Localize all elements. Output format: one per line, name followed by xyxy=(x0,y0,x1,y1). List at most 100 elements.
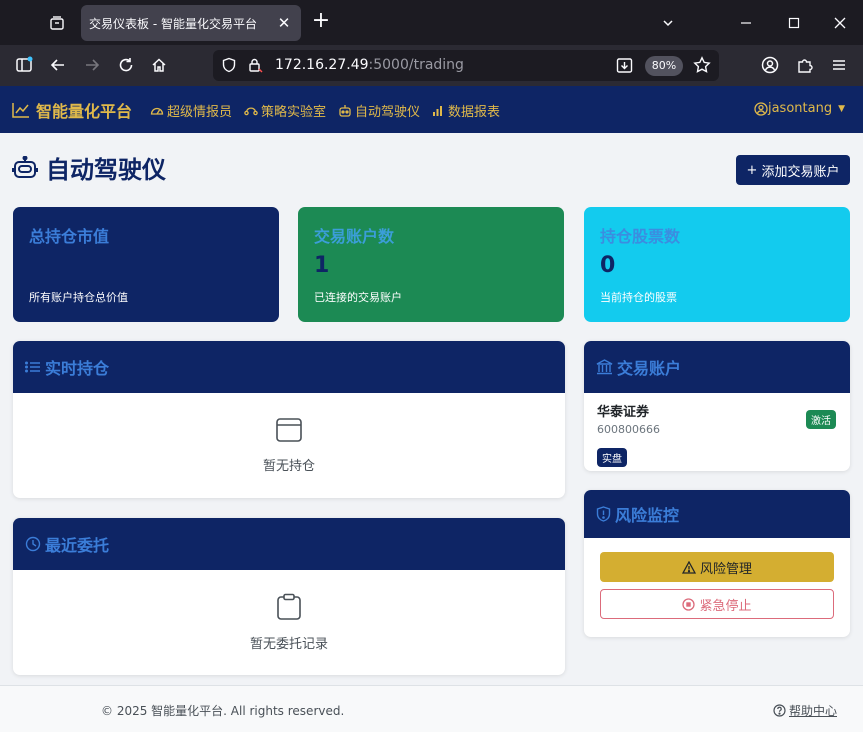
emergency-stop-button[interactable]: 紧急停止 xyxy=(600,589,834,619)
page-title-text: 自动驾驶仪 xyxy=(46,156,166,184)
account-icon[interactable] xyxy=(758,53,782,77)
question-circle-icon xyxy=(773,704,786,717)
orders-panel-header: 最近委托 xyxy=(13,518,565,570)
gauge-icon xyxy=(150,107,164,115)
clock-icon xyxy=(25,536,41,552)
stat-value: 1 xyxy=(314,253,330,278)
empty-text: 暂无委托记录 xyxy=(249,637,328,652)
accounts-panel: 交易账户 华泰证券 600800666 激活 实盘 xyxy=(584,341,850,471)
url-text: 172.16.27.49:5000/trading xyxy=(275,57,464,73)
tab-list-icon[interactable] xyxy=(44,10,70,36)
minimize-icon[interactable] xyxy=(733,10,759,36)
account-type-badge: 实盘 xyxy=(597,448,627,467)
home-icon[interactable] xyxy=(147,53,171,77)
account-name: 华泰证券 xyxy=(597,405,650,420)
copyright-text: © 2025 智能量化平台. All rights reserved. xyxy=(101,704,345,718)
page-footer: © 2025 智能量化平台. All rights reserved. 帮助中心 xyxy=(0,685,863,732)
nav-link-intelligence[interactable]: 超级情报员 xyxy=(150,101,232,120)
sidebar-toggle-icon[interactable] xyxy=(12,53,36,77)
lock-icon[interactable] xyxy=(247,57,263,77)
download-icon[interactable] xyxy=(616,57,633,78)
nav-link-strategy-lab[interactable]: 策略实验室 xyxy=(244,101,326,120)
orders-empty-state: 暂无委托记录 xyxy=(13,570,565,675)
stat-card-market-value: 总持仓市值 所有账户持仓总价值 xyxy=(13,207,279,322)
stat-title: 总持仓市值 xyxy=(29,227,110,246)
zoom-level[interactable]: 80% xyxy=(645,56,683,76)
username: jasontang xyxy=(767,101,833,116)
positions-panel: 实时持仓 暂无持仓 xyxy=(13,341,565,498)
account-id: 600800666 xyxy=(597,423,660,436)
accounts-panel-header: 交易账户 xyxy=(584,341,850,393)
stat-value: 0 xyxy=(600,253,616,278)
tab-title: 交易仪表板 - 智能量化交易平台 xyxy=(89,16,257,31)
stat-subtitle: 所有账户持仓总价值 xyxy=(29,291,128,304)
reload-icon[interactable] xyxy=(114,53,138,77)
bar-chart-icon xyxy=(433,105,443,116)
browser-nav-bar: 172.16.27.49:5000/trading 80% xyxy=(0,45,863,86)
stat-title: 持仓股票数 xyxy=(600,227,681,246)
nav-link-autopilot[interactable]: 自动驾驶仪 xyxy=(338,101,420,120)
nav-link-label: 数据报表 xyxy=(448,105,501,120)
stat-value xyxy=(29,253,263,281)
app-navbar: 智能量化平台 超级情报员 策略实验室 自动驾驶仪 数据报表 jasontang … xyxy=(0,86,863,133)
risk-panel-header: 风险监控 xyxy=(584,490,850,538)
add-account-button[interactable]: + 添加交易账户 xyxy=(736,155,850,185)
shield-exclamation-icon xyxy=(596,506,611,522)
route-icon xyxy=(244,107,258,116)
brand-link[interactable]: 智能量化平台 xyxy=(12,98,132,122)
clipboard-icon xyxy=(277,593,301,620)
panel-title: 最近委托 xyxy=(45,536,110,555)
empty-text: 暂无持仓 xyxy=(262,459,315,474)
risk-panel: 风险监控 风险管理 紧急停止 xyxy=(584,490,850,637)
inbox-icon xyxy=(276,418,302,442)
caret-down-icon: ▼ xyxy=(838,103,845,114)
robot-icon xyxy=(12,155,38,178)
bookmark-star-icon[interactable] xyxy=(693,56,711,78)
close-window-icon[interactable] xyxy=(827,10,853,36)
panel-title: 风险监控 xyxy=(615,506,680,525)
panel-title: 实时持仓 xyxy=(45,359,110,378)
stat-card-account-count: 交易账户数 1 已连接的交易账户 xyxy=(298,207,564,322)
nav-link-label: 自动驾驶仪 xyxy=(355,105,421,120)
orders-panel: 最近委托 暂无委托记录 xyxy=(13,518,565,675)
line-chart-icon xyxy=(12,103,29,118)
brand-name: 智能量化平台 xyxy=(36,102,133,121)
nav-link-reports[interactable]: 数据报表 xyxy=(432,101,500,120)
app-nav-links: 超级情报员 策略实验室 自动驾驶仪 数据报表 xyxy=(150,101,512,120)
panel-title: 交易账户 xyxy=(617,359,682,378)
help-center-link[interactable]: 帮助中心 xyxy=(773,702,837,719)
robot-icon xyxy=(339,105,351,117)
address-bar[interactable]: 172.16.27.49:5000/trading 80% xyxy=(213,50,719,81)
forward-icon[interactable] xyxy=(80,53,104,77)
stat-card-position-count: 持仓股票数 0 当前持仓的股票 xyxy=(584,207,850,322)
warning-icon xyxy=(681,560,696,574)
stop-circle-icon xyxy=(682,597,696,611)
nav-link-label: 超级情报员 xyxy=(167,105,233,120)
user-circle-icon xyxy=(754,101,768,116)
browser-tab[interactable]: 交易仪表板 - 智能量化交易平台 ✕ xyxy=(81,5,301,41)
positions-empty-state: 暂无持仓 xyxy=(13,393,565,498)
menu-icon[interactable] xyxy=(827,53,851,77)
stat-subtitle: 已连接的交易账户 xyxy=(314,291,402,304)
add-account-label: 添加交易账户 xyxy=(761,164,840,180)
chevron-down-icon[interactable] xyxy=(655,10,681,36)
user-menu[interactable]: jasontang ▼ xyxy=(754,101,845,116)
emergency-stop-label: 紧急停止 xyxy=(699,598,752,614)
extensions-icon[interactable] xyxy=(793,53,817,77)
shield-icon[interactable] xyxy=(221,57,237,77)
url-host: 172.16.27.49 xyxy=(275,57,369,73)
stat-title: 交易账户数 xyxy=(314,227,395,246)
plus-icon: + xyxy=(746,162,758,178)
maximize-icon[interactable] xyxy=(781,10,807,36)
risk-management-label: 风险管理 xyxy=(699,561,752,577)
stat-subtitle: 当前持仓的股票 xyxy=(600,291,677,304)
new-tab-icon[interactable]: + xyxy=(309,10,333,34)
page-title: 自动驾驶仪 xyxy=(12,150,166,185)
list-icon xyxy=(25,361,40,373)
status-badge: 激活 xyxy=(806,410,836,429)
url-path: :5000/trading xyxy=(368,57,464,73)
bank-icon xyxy=(596,359,613,375)
risk-management-button[interactable]: 风险管理 xyxy=(600,552,834,582)
back-icon[interactable] xyxy=(46,53,70,77)
tab-close-icon[interactable]: ✕ xyxy=(275,14,293,32)
